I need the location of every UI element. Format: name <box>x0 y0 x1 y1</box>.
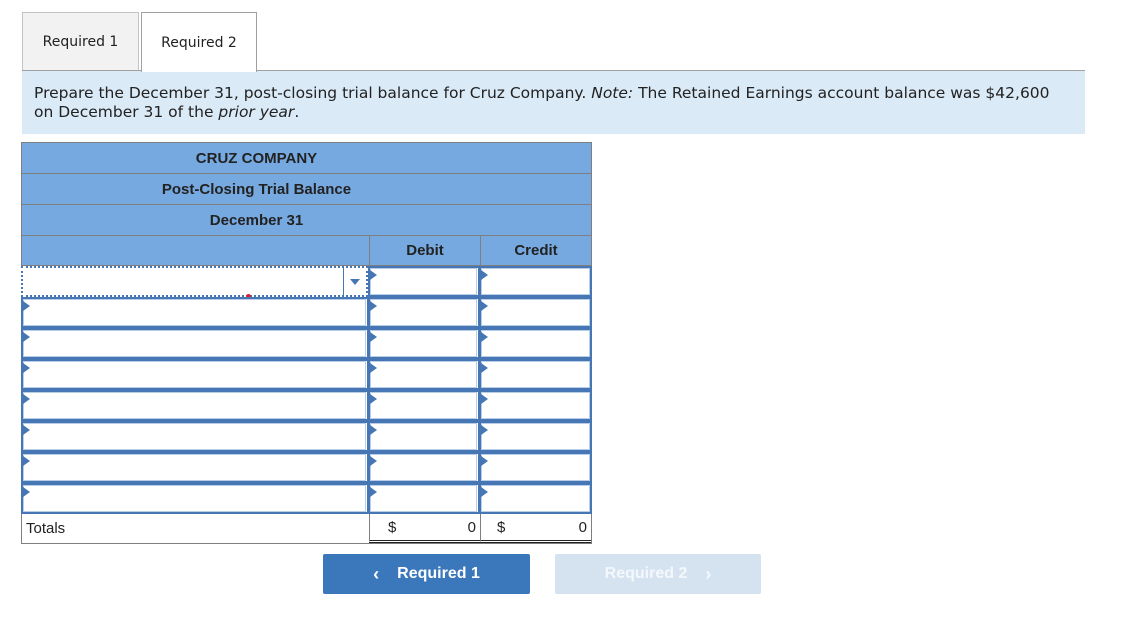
account-select[interactable] <box>21 390 368 421</box>
debit-total-value: 0 <box>467 518 476 536</box>
instructions-emphasis: prior year <box>218 103 295 121</box>
credit-total-currency: $ <box>497 518 506 536</box>
instructions-end: . <box>294 103 300 121</box>
credit-input[interactable] <box>479 452 592 483</box>
prev-button-label: Required 1 <box>397 565 480 582</box>
table-row <box>21 266 592 299</box>
table-row <box>21 452 592 483</box>
instructions-panel: Prepare the December 31, post-closing tr… <box>22 71 1085 134</box>
table-row <box>21 390 592 421</box>
account-select[interactable] <box>21 266 368 299</box>
cell-marker-icon <box>23 332 30 342</box>
statement-date-row: December 31 <box>21 205 592 236</box>
table-row <box>21 328 592 359</box>
cell-marker-icon <box>481 270 488 280</box>
cell-marker-icon <box>370 332 377 342</box>
statement-date: December 31 <box>209 211 304 229</box>
table-row <box>21 483 592 514</box>
company-name: CRUZ COMPANY <box>195 149 318 167</box>
credit-column-header: Credit <box>480 236 591 265</box>
cell-marker-icon <box>23 394 30 404</box>
instructions-text: Prepare the December 31, post-closing tr… <box>34 84 592 102</box>
debit-input[interactable] <box>368 421 479 452</box>
cell-marker-icon <box>481 301 488 311</box>
tab-required-1[interactable]: Required 1 <box>22 12 139 71</box>
prev-required-1-button[interactable]: ‹ Required 1 <box>323 554 530 594</box>
credit-input[interactable] <box>479 359 592 390</box>
chevron-left-icon: ‹ <box>373 563 380 584</box>
debit-total-currency: $ <box>388 518 397 536</box>
debit-input[interactable] <box>368 328 479 359</box>
table-row <box>21 359 592 390</box>
account-select[interactable] <box>21 328 368 359</box>
debit-input[interactable] <box>368 483 479 514</box>
credit-input[interactable] <box>479 421 592 452</box>
cell-marker-icon <box>481 394 488 404</box>
cell-marker-icon <box>370 394 377 404</box>
credit-input[interactable] <box>479 297 592 328</box>
debit-input[interactable] <box>368 390 479 421</box>
table-row <box>21 297 592 328</box>
cell-marker-icon <box>23 363 30 373</box>
next-button-label: Required 2 <box>604 565 688 582</box>
cell-marker-icon <box>370 301 377 311</box>
credit-input[interactable] <box>479 483 592 514</box>
dropdown-toggle[interactable] <box>343 268 366 295</box>
debit-input[interactable] <box>368 266 479 297</box>
table-row <box>21 421 592 452</box>
cell-marker-icon <box>481 363 488 373</box>
debit-column-header: Debit <box>369 236 480 265</box>
credit-total-value: 0 <box>578 518 587 536</box>
cell-marker-icon <box>23 425 30 435</box>
totals-row: Totals $ 0 $ 0 <box>21 514 592 544</box>
credit-input[interactable] <box>479 328 592 359</box>
next-required-2-button[interactable]: Required 2 › <box>555 554 761 594</box>
tab-bar: Required 1 Required 2 <box>22 12 257 72</box>
chevron-down-icon <box>350 278 360 285</box>
cell-marker-icon <box>370 363 377 373</box>
account-column-header <box>22 236 369 265</box>
cell-marker-icon <box>370 425 377 435</box>
statement-title-row: Post-Closing Trial Balance <box>21 174 592 205</box>
cell-marker-icon <box>481 425 488 435</box>
account-select[interactable] <box>21 421 368 452</box>
credit-total: $ 0 <box>480 514 591 543</box>
credit-input[interactable] <box>479 266 592 297</box>
account-select[interactable] <box>21 452 368 483</box>
debit-input[interactable] <box>368 452 479 483</box>
cell-marker-icon <box>481 332 488 342</box>
totals-label: Totals <box>26 520 66 537</box>
tab-required-2[interactable]: Required 2 <box>141 12 257 72</box>
debit-input[interactable] <box>368 359 479 390</box>
statement-title: Post-Closing Trial Balance <box>161 180 352 198</box>
note-label: Note: <box>591 84 634 102</box>
debit-input[interactable] <box>368 297 479 328</box>
cell-marker-icon <box>370 487 377 497</box>
cell-marker-icon <box>370 456 377 466</box>
cell-marker-icon <box>23 487 30 497</box>
account-select[interactable] <box>21 483 368 514</box>
trial-balance-table: CRUZ COMPANY Post-Closing Trial Balance … <box>21 142 592 544</box>
account-select[interactable] <box>21 359 368 390</box>
company-name-row: CRUZ COMPANY <box>21 142 592 174</box>
cell-marker-icon <box>23 301 30 311</box>
column-header-row: Debit Credit <box>21 236 592 266</box>
credit-input[interactable] <box>479 390 592 421</box>
cell-marker-icon <box>23 456 30 466</box>
cell-marker-icon <box>370 270 377 280</box>
chevron-right-icon: › <box>705 563 712 584</box>
cell-marker-icon <box>481 487 488 497</box>
cell-marker-icon <box>481 456 488 466</box>
account-select[interactable] <box>21 297 368 328</box>
debit-total: $ 0 <box>369 514 480 543</box>
